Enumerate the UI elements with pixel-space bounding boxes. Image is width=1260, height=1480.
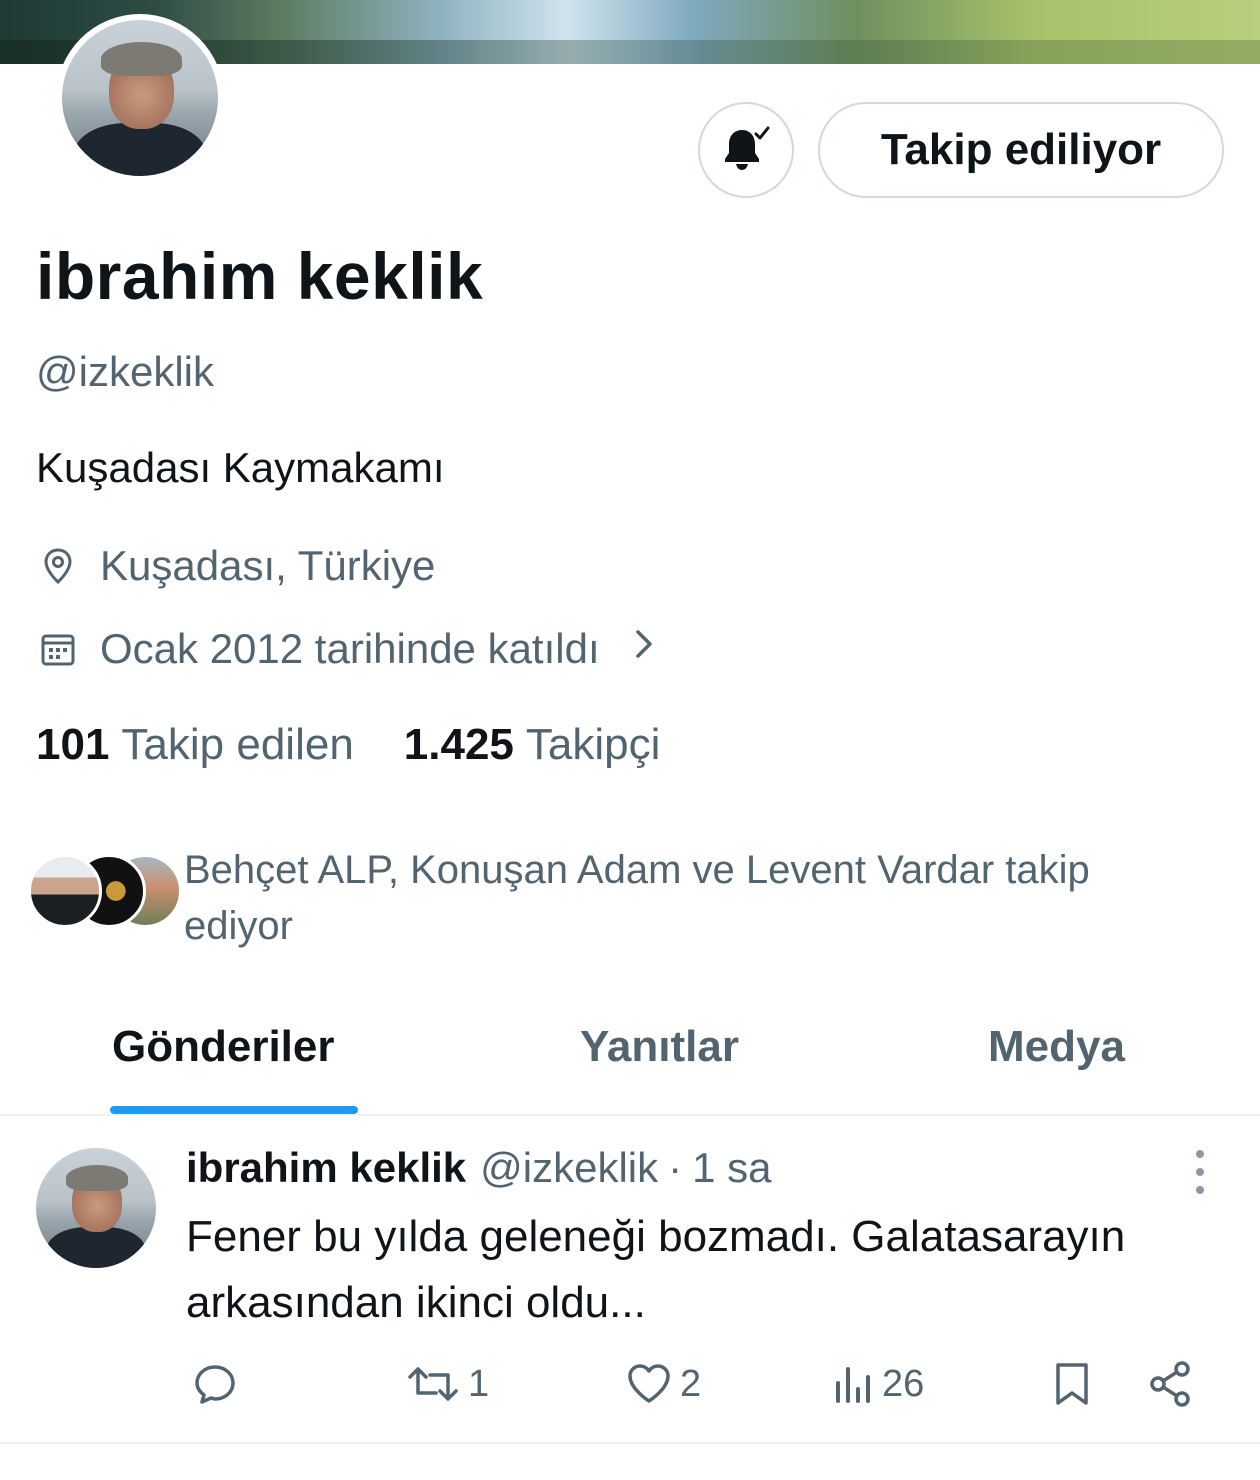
like-count: 2 — [680, 1362, 702, 1405]
profile-location: Kuşadası, Türkiye — [36, 542, 435, 590]
tab-replies[interactable]: Yanıtlar — [580, 1022, 739, 1072]
retweet-icon — [408, 1367, 458, 1401]
profile-name: ibrahim keklik — [36, 239, 484, 313]
join-date-text: Ocak 2012 tarihinde katıldı — [100, 625, 600, 672]
more-options-icon[interactable] — [1188, 1150, 1212, 1194]
retweet-button[interactable]: 1 — [404, 1354, 489, 1414]
tweet-separator: · — [668, 1144, 683, 1191]
following-label: Takip edilen — [121, 720, 354, 769]
views-chart-icon — [836, 1367, 870, 1403]
reply-button[interactable] — [190, 1354, 240, 1414]
tweet-actions: 1 2 26 — [0, 1354, 1260, 1414]
profile-bio: Kuşadası Kaymakamı — [36, 444, 445, 491]
tweet-avatar[interactable] — [36, 1148, 156, 1268]
follower-avatar — [28, 854, 102, 928]
followers-count: 1.425 — [403, 720, 514, 769]
views-button[interactable]: 26 — [832, 1354, 924, 1414]
like-button[interactable]: 2 — [624, 1354, 701, 1414]
bell-check-icon — [725, 126, 770, 170]
chevron-right-icon — [630, 624, 658, 674]
tweet-author[interactable]: ibrahim keklik — [186, 1144, 466, 1192]
tweet-handle[interactable]: @izkeklik — [480, 1144, 658, 1192]
profile-tabs: Gönderiler Yanıtlar Medya — [0, 1000, 1260, 1116]
tweet-header: ibrahim keklik @izkeklik · 1 sa — [186, 1144, 772, 1192]
following-button[interactable]: Takip ediliyor — [818, 102, 1224, 198]
tweet-text: Fener bu yılda geleneği bozmadı. Galatas… — [186, 1212, 1126, 1327]
following-stat[interactable]: 101 Takip edilen — [36, 720, 354, 770]
share-button[interactable] — [1146, 1354, 1196, 1414]
tab-posts[interactable]: Gönderiler — [112, 1022, 335, 1072]
location-text: Kuşadası, Türkiye — [100, 542, 436, 589]
heart-icon — [628, 1364, 670, 1403]
profile-handle: @izkeklik — [36, 348, 214, 395]
share-icon — [1150, 1361, 1190, 1407]
tab-media[interactable]: Medya — [988, 1022, 1125, 1072]
views-count: 26 — [882, 1362, 925, 1405]
calendar-icon — [36, 627, 80, 671]
followers-stat[interactable]: 1.425 Takipçi — [404, 720, 661, 770]
profile-stats: 101 Takip edilen 1.425 Takipçi — [36, 720, 660, 770]
reply-icon — [195, 1365, 235, 1404]
active-tab-indicator — [110, 1106, 358, 1114]
tweet-time[interactable]: 1 sa — [692, 1144, 771, 1192]
location-pin-icon — [36, 544, 80, 588]
following-count: 101 — [36, 720, 110, 769]
notification-bell-button[interactable] — [698, 102, 794, 198]
followed-by-avatars — [28, 854, 182, 934]
profile-join-date[interactable]: Ocak 2012 tarihinde katıldı — [36, 624, 658, 674]
tweet[interactable]: ibrahim keklik @izkeklik · 1 sa Fener bu… — [0, 1118, 1260, 1444]
followed-by-row[interactable]: Behçet ALP, Konuşan Adam ve Levent Varda… — [28, 842, 1228, 954]
followers-label: Takipçi — [525, 720, 661, 769]
bookmark-icon — [1056, 1363, 1088, 1405]
bookmark-button[interactable] — [1050, 1354, 1094, 1414]
followed-by-text: Behçet ALP, Konuşan Adam ve Levent Varda… — [184, 848, 1090, 948]
retweet-count: 1 — [468, 1362, 490, 1405]
profile-avatar[interactable] — [56, 14, 224, 182]
